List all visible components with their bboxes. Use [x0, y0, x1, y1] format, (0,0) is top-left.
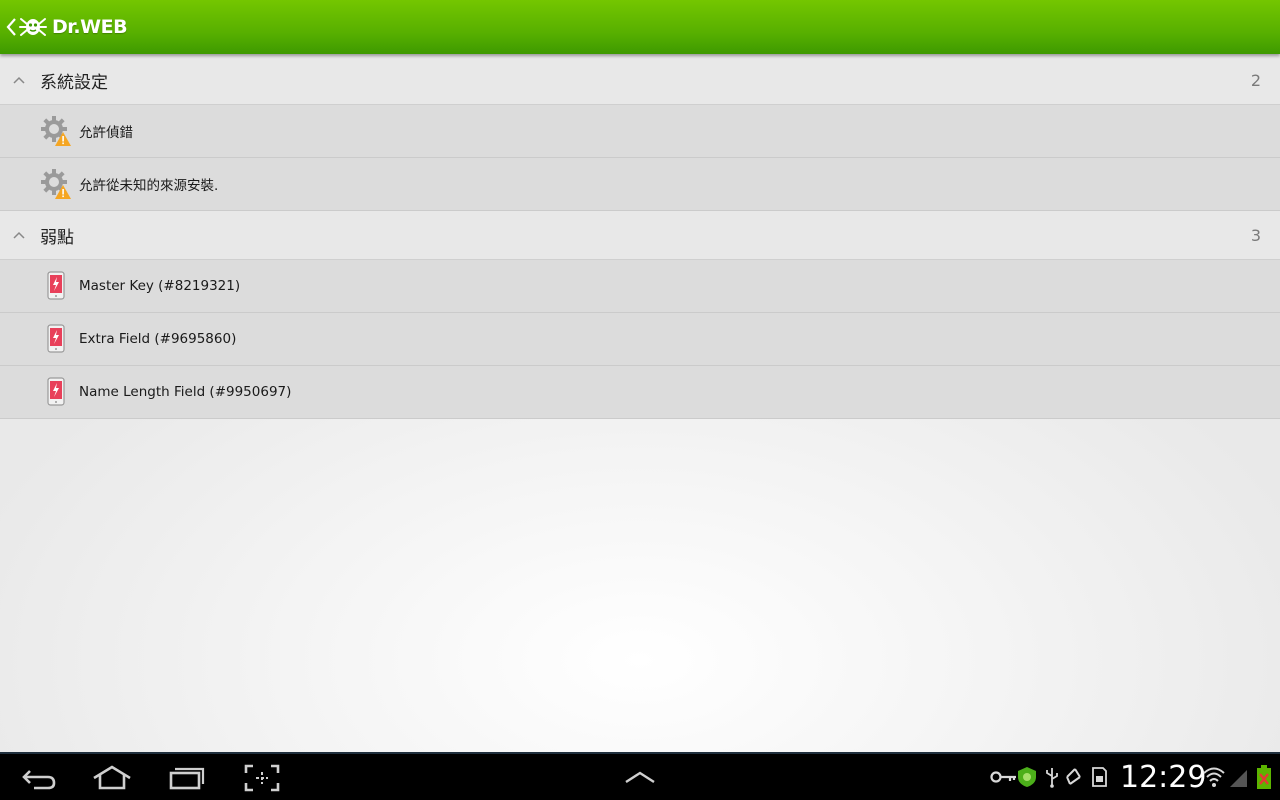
group-title: 系統設定 [40, 72, 108, 93]
app-bar: Dr.WEB [0, 0, 1280, 54]
group-count: 3 [1250, 225, 1261, 245]
gear-warning-icon [41, 169, 71, 199]
list-item[interactable]: 允許從未知的來源安裝. [0, 158, 1280, 211]
list-item[interactable]: Extra Field (#9695860) [0, 313, 1280, 366]
clock: 12:29 [1120, 760, 1207, 795]
recent-apps-icon[interactable] [165, 762, 209, 794]
usb-icon [1046, 768, 1058, 788]
item-label: Master Key (#8219321) [79, 278, 241, 294]
group-count: 2 [1250, 70, 1261, 90]
item-label: 允許偵錯 [79, 125, 133, 141]
list-item[interactable]: Name Length Field (#9950697) [0, 366, 1280, 419]
app-title: Dr.WEB [52, 16, 128, 38]
phone-vulnerability-icon [47, 324, 65, 353]
phone-vulnerability-icon [47, 271, 65, 300]
list-item[interactable]: Master Key (#8219321) [0, 260, 1280, 313]
recycle-icon [1066, 768, 1081, 785]
item-label: Extra Field (#9695860) [79, 331, 237, 347]
signal-icon [1230, 770, 1247, 787]
issues-list: 系統設定 2 允許偵錯 允許從未知的來源安裝. 弱點 3 Master Key … [0, 56, 1280, 419]
gear-warning-icon [41, 116, 71, 146]
system-bar: 12:29 [0, 752, 1280, 800]
phone-vulnerability-icon [47, 377, 65, 406]
group-header-vulnerabilities[interactable]: 弱點 3 [0, 211, 1280, 260]
back-icon[interactable] [18, 762, 62, 794]
key-icon [990, 771, 1016, 783]
list-item[interactable]: 允許偵錯 [0, 105, 1280, 158]
group-title: 弱點 [40, 227, 74, 248]
group-header-system-settings[interactable]: 系統設定 2 [0, 56, 1280, 105]
screenshot-icon[interactable] [240, 762, 284, 794]
collapse-caret-icon [13, 76, 25, 84]
item-label: 允許從未知的來源安裝. [79, 178, 219, 194]
collapse-caret-icon [13, 231, 25, 239]
home-icon[interactable] [90, 762, 134, 794]
sd-card-icon [1092, 767, 1107, 787]
drweb-spider-logo-icon[interactable] [18, 12, 48, 42]
chevron-up-icon[interactable] [618, 762, 662, 794]
back-chevron-icon[interactable] [4, 13, 18, 41]
item-label: Name Length Field (#9950697) [79, 384, 292, 400]
battery-icon [1257, 765, 1271, 789]
drweb-shield-icon [1018, 767, 1036, 787]
wifi-icon [1203, 767, 1225, 787]
